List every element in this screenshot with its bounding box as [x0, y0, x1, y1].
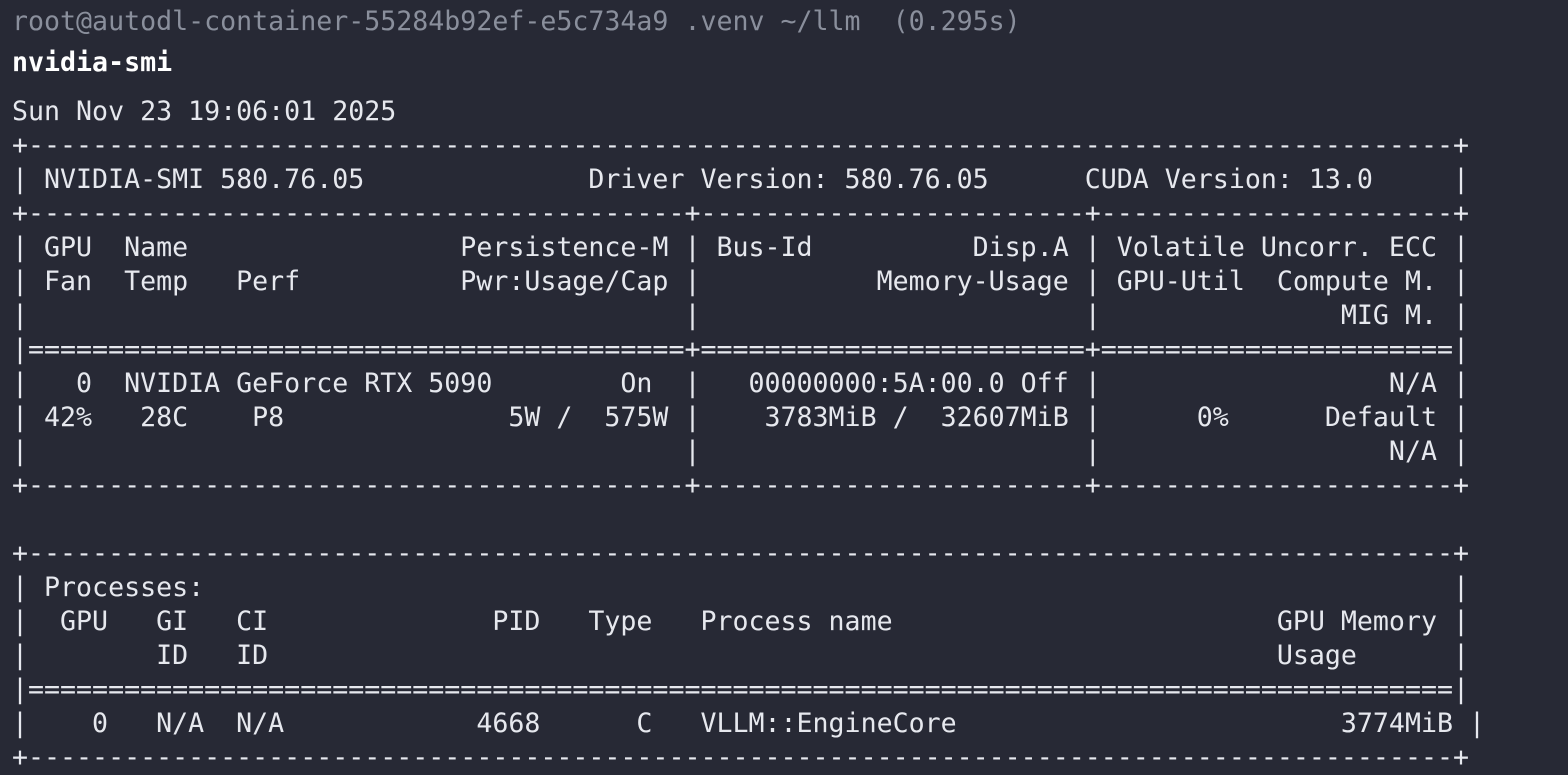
- processes-header-1: | GPU GI CI PID Type Process name GPU Me…: [12, 606, 1469, 637]
- timestamp-line: Sun Nov 23 19:06:01 2025: [12, 96, 397, 127]
- process-row: | 0 N/A N/A 4668 C VLLM::EngineCore 3774…: [12, 708, 1485, 739]
- processes-title: | Processes: |: [12, 572, 1469, 603]
- processes-border-top: +---------------------------------------…: [12, 538, 1469, 569]
- processes-header-2: | ID ID Usage |: [12, 640, 1469, 671]
- table-border-top: +---------------------------------------…: [12, 130, 1469, 161]
- table-border-bottom: +---------------------------------------…: [12, 470, 1469, 501]
- gpu-header-line-2: | Fan Temp Perf Pwr:Usage/Cap | Memory-U…: [12, 266, 1469, 297]
- shell-prompt: root@autodl-container-55284b92ef-e5c734a…: [12, 6, 1021, 37]
- version-line: | NVIDIA-SMI 580.76.05 Driver Version: 5…: [12, 164, 1469, 195]
- gpu-row-line-3: | | | N/A |: [12, 436, 1469, 467]
- gpu-row-line-2: | 42% 28C P8 5W / 575W | 3783MiB / 32607…: [12, 402, 1469, 433]
- gpu-row-line-1: | 0 NVIDIA GeForce RTX 5090 On | 0000000…: [12, 368, 1469, 399]
- table-border: +---------------------------------------…: [12, 198, 1469, 229]
- command-line: nvidia-smi: [12, 47, 173, 78]
- gpu-header-line-3: | | | MIG M. |: [12, 300, 1469, 331]
- processes-divider: |=======================================…: [12, 674, 1469, 705]
- table-divider: |=======================================…: [12, 334, 1469, 365]
- processes-border-bottom: +---------------------------------------…: [12, 742, 1469, 773]
- gpu-header-line-1: | GPU Name Persistence-M | Bus-Id Disp.A…: [12, 232, 1469, 263]
